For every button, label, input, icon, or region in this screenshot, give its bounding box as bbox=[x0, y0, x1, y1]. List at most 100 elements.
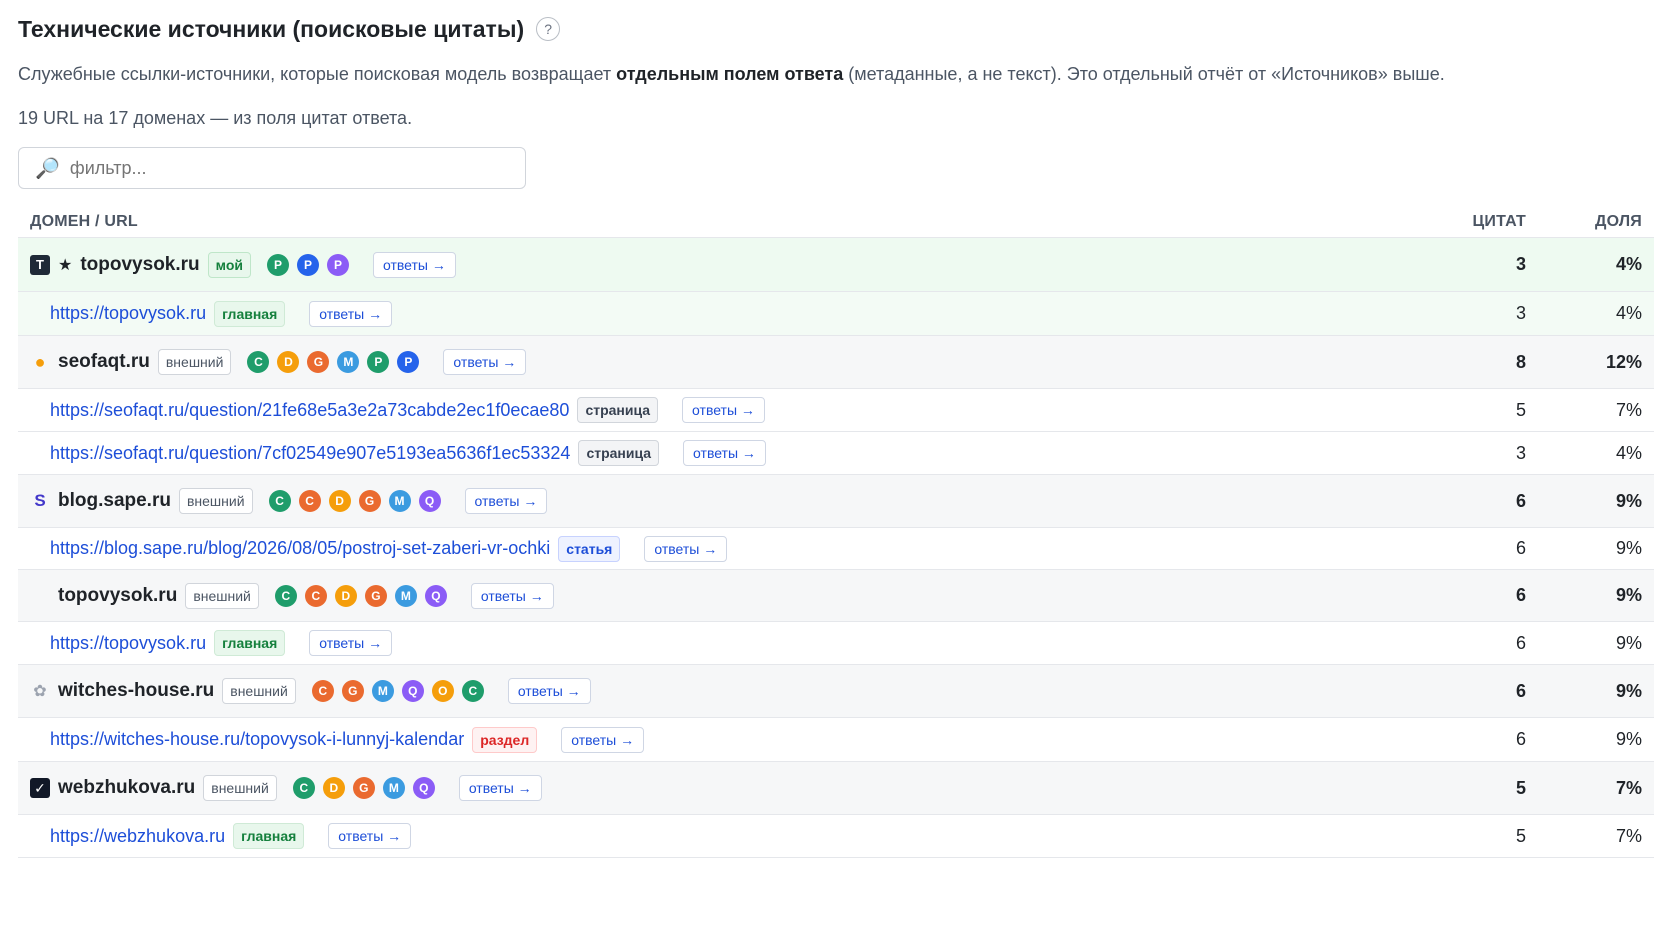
answers-button[interactable]: ответы → bbox=[644, 535, 728, 562]
url-cell: https://seofaqt.ru/question/7cf02549e907… bbox=[18, 440, 1406, 466]
engine-badge: P bbox=[297, 253, 319, 276]
column-header-share[interactable]: ДОЛЯ bbox=[1526, 213, 1654, 231]
url-link[interactable]: https://seofaqt.ru/question/7cf02549e907… bbox=[50, 443, 570, 464]
engine-badge: P bbox=[367, 351, 390, 373]
url-cell: https://webzhukova.ru главная ответы → bbox=[18, 823, 1406, 849]
engine-badge: C bbox=[274, 584, 297, 607]
tag-page: страница bbox=[577, 397, 659, 423]
search-icon: 🔎 bbox=[35, 157, 60, 180]
url-row[interactable]: https://seofaqt.ru/question/7cf02549e907… bbox=[18, 432, 1654, 475]
answers-button[interactable]: ответы → bbox=[464, 488, 548, 514]
domain-name: topovysok.ru bbox=[80, 253, 200, 275]
answers-button[interactable]: ответы → bbox=[309, 300, 393, 327]
url-link[interactable]: https://topovysok.ru bbox=[50, 633, 206, 654]
share-value: 7% bbox=[1615, 825, 1642, 846]
domain-row[interactable]: ● seofaqt.ru внешний C D G M P P ответы … bbox=[18, 336, 1654, 389]
url-row[interactable]: https://topovysok.ru главная ответы → 3 … bbox=[18, 292, 1654, 336]
answers-button[interactable]: ответы → bbox=[561, 726, 645, 753]
help-icon[interactable]: ? bbox=[536, 17, 561, 41]
engine-badge: C bbox=[292, 777, 315, 799]
engine-badge: Q bbox=[401, 680, 424, 702]
url-link[interactable]: https://blog.sape.ru/blog/2026/08/05/pos… bbox=[50, 538, 550, 559]
answers-button[interactable]: ответы → bbox=[373, 251, 456, 278]
answers-button[interactable]: ответы → bbox=[683, 440, 766, 466]
answers-button[interactable]: ответы → bbox=[458, 775, 542, 801]
engine-badges: C D G M P P bbox=[247, 351, 420, 373]
url-row[interactable]: https://blog.sape.ru/blog/2026/08/05/pos… bbox=[18, 528, 1654, 570]
engine-badge: G bbox=[352, 777, 375, 799]
domain-name: seofaqt.ru bbox=[58, 351, 150, 372]
tag-main: главная bbox=[214, 630, 286, 656]
engine-badge: C bbox=[461, 680, 484, 702]
domain-row[interactable]: topovysok.ru внешний C C D G M Q ответы … bbox=[18, 570, 1654, 622]
domain-row[interactable]: S blog.sape.ru внешний C C D G M Q ответ… bbox=[18, 475, 1654, 528]
column-header-domain[interactable]: ДОМЕН / URL bbox=[18, 213, 1406, 231]
domain-name: witches-house.ru bbox=[58, 680, 215, 701]
filter-input[interactable] bbox=[67, 156, 492, 180]
tag-external: внешний bbox=[178, 488, 253, 514]
engine-badge: D bbox=[277, 351, 300, 373]
engine-badge: D bbox=[328, 490, 351, 512]
star-icon: ★ bbox=[58, 256, 73, 274]
engine-badges: C C D G M Q bbox=[268, 490, 441, 512]
share-value: 7% bbox=[1615, 777, 1642, 798]
url-row[interactable]: https://webzhukova.ru главная ответы → 5… bbox=[18, 815, 1654, 858]
description-text-1: Служебные ссылки-источники, которые поис… bbox=[18, 64, 617, 84]
domain-row[interactable]: T ★ topovysok.ru мой P P P ответы → 3 4% bbox=[18, 238, 1654, 292]
engine-badge: M bbox=[337, 351, 360, 373]
domain-cell: T ★ topovysok.ru мой P P P ответы → bbox=[18, 251, 1406, 278]
domain-row[interactable]: ✿ witches-house.ru внешний C G M Q O C о… bbox=[18, 665, 1654, 718]
seofaqt-favicon-icon: ● bbox=[34, 351, 46, 372]
page-title: Технические источники (поисковые цитаты) bbox=[18, 15, 525, 42]
engine-badges: C G M Q O C bbox=[311, 680, 484, 702]
engine-badge: C bbox=[304, 584, 327, 607]
url-link[interactable]: https://seofaqt.ru/question/21fe68e5a3e2… bbox=[50, 400, 569, 421]
domain-row[interactable]: ✓ webzhukova.ru внешний C D G M Q ответы… bbox=[18, 762, 1654, 815]
engine-badge: Q bbox=[418, 490, 441, 512]
url-link[interactable]: https://witches-house.ru/topovysok-i-lun… bbox=[50, 729, 464, 750]
answers-button[interactable]: ответы → bbox=[309, 630, 393, 656]
engine-badge: P bbox=[267, 253, 289, 276]
title-row: Технические источники (поисковые цитаты)… bbox=[18, 14, 1654, 44]
tag-external: внешний bbox=[203, 775, 277, 801]
url-row[interactable]: https://topovysok.ru главная ответы → 6 … bbox=[18, 622, 1654, 665]
filter-box[interactable]: 🔎 bbox=[18, 147, 526, 189]
url-row[interactable]: https://witches-house.ru/topovysok-i-lun… bbox=[18, 718, 1654, 762]
domain-cell: ✿ witches-house.ru внешний C G M Q O C о… bbox=[18, 678, 1406, 704]
answers-button[interactable]: ответы → bbox=[443, 349, 527, 375]
engine-badge: D bbox=[322, 777, 345, 799]
tag-page: страница bbox=[578, 440, 660, 466]
domain-name: webzhukova.ru bbox=[58, 777, 196, 798]
engine-badge: M bbox=[371, 680, 394, 702]
cites-value: 6 bbox=[1515, 680, 1526, 701]
engine-badge: M bbox=[382, 777, 405, 799]
url-link[interactable]: https://topovysok.ru bbox=[50, 303, 206, 324]
url-cell: https://topovysok.ru главная ответы → bbox=[18, 300, 1406, 327]
cites-value: 6 bbox=[1515, 538, 1526, 558]
url-row[interactable]: https://seofaqt.ru/question/21fe68e5a3e2… bbox=[18, 389, 1654, 432]
engine-badge: C bbox=[247, 351, 270, 373]
share-value: 9% bbox=[1615, 680, 1642, 701]
answers-button[interactable]: ответы → bbox=[507, 678, 591, 704]
favicon-t-icon: T bbox=[30, 254, 50, 275]
tag-main: главная bbox=[233, 823, 305, 849]
cites-value: 5 bbox=[1515, 825, 1526, 846]
engine-badges: C C D G M Q bbox=[274, 584, 447, 607]
engine-badge: Q bbox=[424, 584, 447, 607]
cites-value: 6 bbox=[1515, 490, 1526, 511]
domain-name: blog.sape.ru bbox=[58, 490, 171, 511]
tag-external: внешний bbox=[157, 349, 232, 375]
url-cell: https://seofaqt.ru/question/21fe68e5a3e2… bbox=[18, 397, 1406, 423]
column-header-cites[interactable]: ЦИТАТ bbox=[1406, 213, 1526, 231]
answers-button[interactable]: ответы → bbox=[470, 582, 554, 609]
domain-cell: topovysok.ru внешний C C D G M Q ответы … bbox=[18, 582, 1406, 609]
cites-value: 3 bbox=[1515, 303, 1526, 323]
engine-badge: O bbox=[431, 680, 454, 702]
engine-badge: D bbox=[334, 584, 357, 607]
page: Технические источники (поисковые цитаты)… bbox=[0, 0, 1672, 858]
table-header: ДОМЕН / URL ЦИТАТ ДОЛЯ bbox=[18, 207, 1654, 238]
url-link[interactable]: https://webzhukova.ru bbox=[50, 826, 225, 847]
answers-button[interactable]: ответы → bbox=[682, 397, 765, 423]
share-value: 12% bbox=[1605, 351, 1642, 372]
answers-button[interactable]: ответы → bbox=[328, 823, 412, 849]
